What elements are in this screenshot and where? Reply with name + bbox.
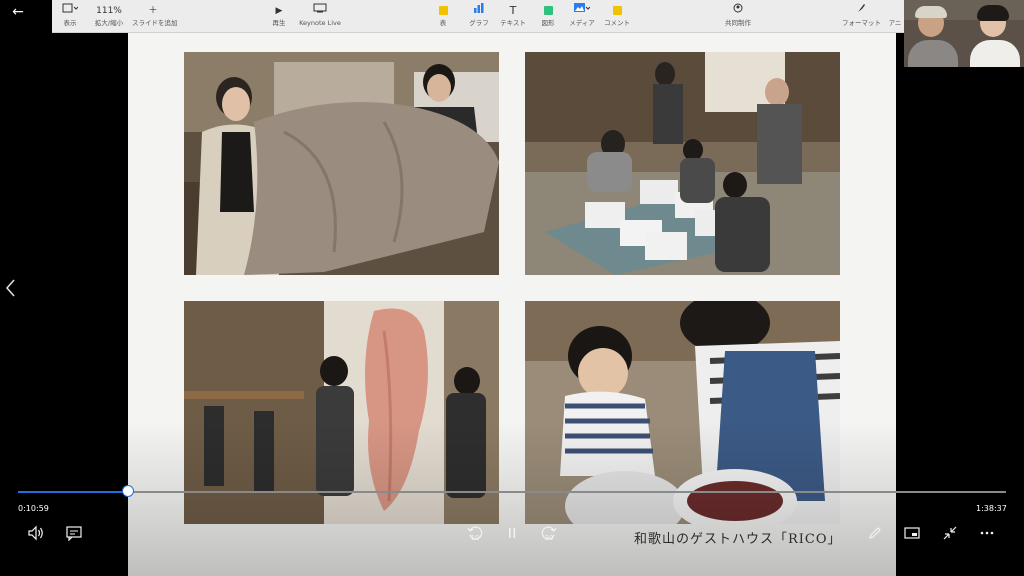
play-button[interactable]: ▶ 再生 — [268, 3, 290, 28]
seek-bar-progress — [18, 491, 128, 493]
media-icon — [568, 3, 596, 19]
captions-icon — [66, 526, 82, 541]
more-icon — [980, 531, 994, 535]
volume-button[interactable] — [25, 525, 47, 545]
table-icon — [438, 6, 448, 15]
plus-icon: ＋ — [148, 6, 158, 16]
chart-icon — [468, 3, 490, 19]
photo-dyed-cloth-display — [184, 52, 499, 275]
pause-icon — [509, 528, 516, 538]
format-button[interactable]: フォーマット — [842, 3, 881, 28]
more-options-button[interactable] — [976, 525, 998, 545]
skip-forward-seconds: 30 — [544, 534, 554, 542]
elapsed-time: 0:10:59 — [18, 504, 49, 513]
comment-button[interactable]: コメント — [604, 3, 630, 28]
arrow-left-icon: ← — [12, 4, 24, 20]
text-button[interactable]: T テキスト — [500, 3, 526, 28]
view-button[interactable]: 表示 — [58, 3, 82, 28]
text-icon: T — [509, 4, 517, 17]
photo-dye-workshop — [525, 52, 840, 275]
participant-video[interactable] — [904, 0, 1024, 67]
exit-fullscreen-button[interactable] — [939, 525, 961, 545]
collaborate-icon — [724, 3, 752, 19]
keynote-live-icon — [297, 3, 343, 19]
skip-forward-button[interactable]: 30 — [538, 525, 560, 545]
zoom-value: 111% — [96, 6, 122, 16]
participant-1 — [904, 0, 962, 67]
pause-button[interactable] — [501, 525, 523, 545]
photo-1-image — [184, 52, 499, 275]
slide-canvas: 和歌山のゲストハウス「RICO」 — [128, 33, 896, 576]
exit-fullscreen-icon — [943, 526, 957, 540]
shape-button[interactable]: 図形 — [540, 3, 556, 28]
previous-slide-button[interactable] — [2, 278, 20, 298]
keynote-live-button[interactable]: Keynote Live — [297, 3, 343, 28]
collaborate-button[interactable]: 共同制作 — [724, 3, 752, 28]
captions-button[interactable] — [63, 525, 85, 545]
skip-back-button[interactable]: 10 — [464, 525, 486, 545]
mini-view-button[interactable] — [901, 525, 923, 545]
back-button[interactable]: ← — [9, 4, 27, 20]
chevron-left-icon — [5, 279, 15, 297]
participant-2 — [966, 0, 1024, 67]
chart-button[interactable]: グラフ — [468, 3, 490, 28]
draw-button[interactable] — [864, 525, 886, 545]
photo-2-image — [525, 52, 840, 275]
play-icon: ▶ — [275, 6, 283, 16]
table-button[interactable]: 表 — [436, 3, 450, 28]
view-icon — [58, 3, 82, 19]
volume-icon — [28, 525, 43, 541]
pen-icon — [869, 527, 881, 539]
slide-caption: 和歌山のゲストハウス「RICO」 — [634, 532, 842, 547]
total-duration: 1:38:37 — [976, 504, 1007, 513]
comment-icon — [612, 6, 622, 15]
animate-button[interactable]: アニ — [886, 3, 904, 28]
seek-bar[interactable] — [18, 491, 1006, 493]
add-slide-button[interactable]: ＋ スライドを追加 — [132, 3, 178, 28]
zoom-button[interactable]: 111% 拡大/縮小 — [94, 3, 124, 28]
skip-back-seconds: 10 — [470, 534, 480, 542]
format-brush-icon — [842, 3, 880, 19]
keynote-toolbar: 表示 111% 拡大/縮小 ＋ スライドを追加 ▶ 再生 Keynote Liv… — [52, 0, 904, 33]
media-button[interactable]: メディア — [568, 3, 596, 28]
seek-bar-thumb[interactable] — [121, 485, 134, 497]
mini-view-icon — [904, 527, 920, 539]
shape-icon — [543, 6, 553, 15]
